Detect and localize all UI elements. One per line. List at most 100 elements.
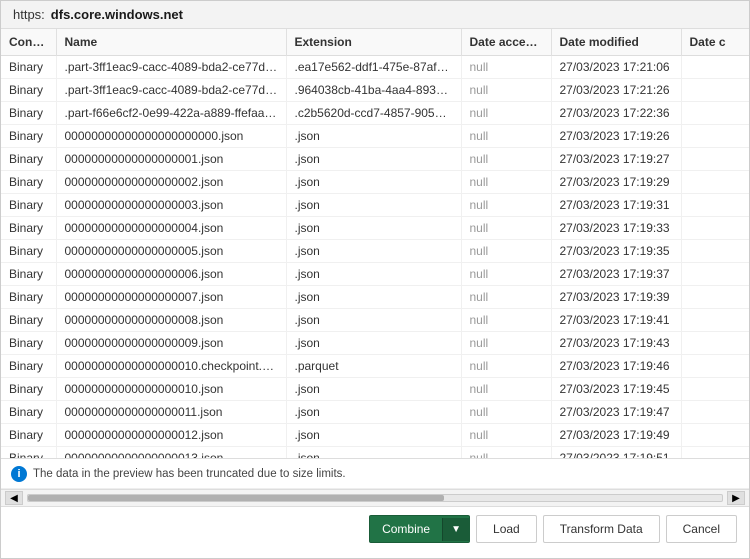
cell-date-modified: 27/03/2023 17:21:06 bbox=[551, 56, 681, 79]
cell-extension: .c2b5620d-ccd7-4857-9054-bb826d79604b bbox=[286, 102, 461, 125]
scroll-track[interactable] bbox=[27, 494, 723, 502]
cell-extension: .json bbox=[286, 148, 461, 171]
cell-date-modified: 27/03/2023 17:19:27 bbox=[551, 148, 681, 171]
col-header-date-c[interactable]: Date c bbox=[681, 29, 749, 56]
cell-date-accessed: null bbox=[461, 401, 551, 424]
cell-date-c bbox=[681, 79, 749, 102]
scroll-left-button[interactable]: ◀ bbox=[5, 491, 23, 505]
url-label: dfs.core.windows.net bbox=[51, 7, 183, 22]
cell-date-accessed: null bbox=[461, 125, 551, 148]
col-header-extension[interactable]: Extension bbox=[286, 29, 461, 56]
table-row[interactable]: Binary 00000000000000000011.json .json n… bbox=[1, 401, 749, 424]
cell-name: .part-3ff1eac9-cacc-4089-bda2-ce77da9b36… bbox=[56, 79, 286, 102]
table-row[interactable]: Binary 00000000000000000000000.json .jso… bbox=[1, 125, 749, 148]
cell-date-c bbox=[681, 309, 749, 332]
cell-date-accessed: null bbox=[461, 194, 551, 217]
combine-main-button[interactable]: Combine bbox=[370, 516, 442, 542]
cell-date-accessed: null bbox=[461, 286, 551, 309]
cell-name: .part-f66e6cf2-0e99-422a-a889-ffefaacaf5… bbox=[56, 102, 286, 125]
table-row[interactable]: Binary 00000000000000000003.json .json n… bbox=[1, 194, 749, 217]
cell-extension: .parquet bbox=[286, 355, 461, 378]
cell-extension: .json bbox=[286, 217, 461, 240]
cell-name: 00000000000000000007.json bbox=[56, 286, 286, 309]
table-header: Content Name Extension Date accessed Dat… bbox=[1, 29, 749, 56]
table-row[interactable]: Binary 00000000000000000001.json .json n… bbox=[1, 148, 749, 171]
cell-date-modified: 27/03/2023 17:19:46 bbox=[551, 355, 681, 378]
cell-name: 00000000000000000010.json bbox=[56, 378, 286, 401]
col-header-date-modified[interactable]: Date modified bbox=[551, 29, 681, 56]
cell-content: Binary bbox=[1, 309, 56, 332]
cell-date-c bbox=[681, 194, 749, 217]
cell-content: Binary bbox=[1, 355, 56, 378]
cell-date-accessed: null bbox=[461, 263, 551, 286]
table-row[interactable]: Binary .part-f66e6cf2-0e99-422a-a889-ffe… bbox=[1, 102, 749, 125]
cell-date-modified: 27/03/2023 17:19:39 bbox=[551, 286, 681, 309]
title-bar: https: dfs.core.windows.net bbox=[1, 1, 749, 29]
table-row[interactable]: Binary 00000000000000000010.checkpoint.p… bbox=[1, 355, 749, 378]
cell-date-c bbox=[681, 102, 749, 125]
combine-dropdown-button[interactable]: ▼ bbox=[442, 518, 469, 541]
table-row[interactable]: Binary .part-3ff1eac9-cacc-4089-bda2-ce7… bbox=[1, 79, 749, 102]
table-row[interactable]: Binary .part-3ff1eac9-cacc-4089-bda2-ce7… bbox=[1, 56, 749, 79]
scrollbar-row[interactable]: ◀ ▶ bbox=[1, 489, 749, 507]
cell-content: Binary bbox=[1, 447, 56, 460]
cell-date-c bbox=[681, 125, 749, 148]
cell-content: Binary bbox=[1, 148, 56, 171]
table-row[interactable]: Binary 00000000000000000006.json .json n… bbox=[1, 263, 749, 286]
cell-extension: .json bbox=[286, 401, 461, 424]
cell-name: 00000000000000000009.json bbox=[56, 332, 286, 355]
combine-button-group[interactable]: Combine ▼ bbox=[369, 515, 470, 543]
cell-date-c bbox=[681, 148, 749, 171]
cell-content: Binary bbox=[1, 286, 56, 309]
cell-date-accessed: null bbox=[461, 148, 551, 171]
table-row[interactable]: Binary 00000000000000000012.json .json n… bbox=[1, 424, 749, 447]
cell-date-c bbox=[681, 217, 749, 240]
cell-date-accessed: null bbox=[461, 171, 551, 194]
cell-date-modified: 27/03/2023 17:21:26 bbox=[551, 79, 681, 102]
table-row[interactable]: Binary 00000000000000000009.json .json n… bbox=[1, 332, 749, 355]
transform-data-button[interactable]: Transform Data bbox=[543, 515, 660, 543]
table-row[interactable]: Binary 00000000000000000004.json .json n… bbox=[1, 217, 749, 240]
table-row[interactable]: Binary 00000000000000000013.json .json n… bbox=[1, 447, 749, 460]
col-header-name[interactable]: Name bbox=[56, 29, 286, 56]
load-button[interactable]: Load bbox=[476, 515, 537, 543]
cell-date-c bbox=[681, 171, 749, 194]
cell-date-modified: 27/03/2023 17:19:26 bbox=[551, 125, 681, 148]
cell-extension: .json bbox=[286, 286, 461, 309]
protocol-label: https: bbox=[13, 7, 45, 22]
table-row[interactable]: Binary 00000000000000000002.json .json n… bbox=[1, 171, 749, 194]
cell-content: Binary bbox=[1, 217, 56, 240]
cell-extension: .json bbox=[286, 125, 461, 148]
table-row[interactable]: Binary 00000000000000000008.json .json n… bbox=[1, 309, 749, 332]
col-header-content[interactable]: Content bbox=[1, 29, 56, 56]
cell-name: 00000000000000000005.json bbox=[56, 240, 286, 263]
table-row[interactable]: Binary 00000000000000000010.json .json n… bbox=[1, 378, 749, 401]
cell-date-c bbox=[681, 447, 749, 460]
cell-date-modified: 27/03/2023 17:19:29 bbox=[551, 171, 681, 194]
cancel-button[interactable]: Cancel bbox=[666, 515, 737, 543]
cell-date-accessed: null bbox=[461, 424, 551, 447]
cell-date-c bbox=[681, 424, 749, 447]
cell-date-modified: 27/03/2023 17:22:36 bbox=[551, 102, 681, 125]
cell-extension: .json bbox=[286, 240, 461, 263]
col-header-date-accessed[interactable]: Date accessed bbox=[461, 29, 551, 56]
info-icon: i bbox=[11, 466, 27, 482]
cell-extension: .json bbox=[286, 194, 461, 217]
cell-date-modified: 27/03/2023 17:19:41 bbox=[551, 309, 681, 332]
cell-date-c bbox=[681, 355, 749, 378]
cell-content: Binary bbox=[1, 79, 56, 102]
scroll-right-button[interactable]: ▶ bbox=[727, 491, 745, 505]
scroll-thumb bbox=[28, 495, 444, 501]
cell-name: 00000000000000000008.json bbox=[56, 309, 286, 332]
cell-date-c bbox=[681, 332, 749, 355]
footer-buttons: Combine ▼ Load Transform Data Cancel bbox=[1, 507, 749, 551]
table-container[interactable]: Content Name Extension Date accessed Dat… bbox=[1, 29, 749, 459]
table-row[interactable]: Binary 00000000000000000007.json .json n… bbox=[1, 286, 749, 309]
cell-extension: .json bbox=[286, 332, 461, 355]
table-row[interactable]: Binary 00000000000000000005.json .json n… bbox=[1, 240, 749, 263]
cell-content: Binary bbox=[1, 171, 56, 194]
cell-name: 00000000000000000011.json bbox=[56, 401, 286, 424]
cell-date-accessed: null bbox=[461, 355, 551, 378]
cell-extension: .json bbox=[286, 378, 461, 401]
cell-date-accessed: null bbox=[461, 309, 551, 332]
